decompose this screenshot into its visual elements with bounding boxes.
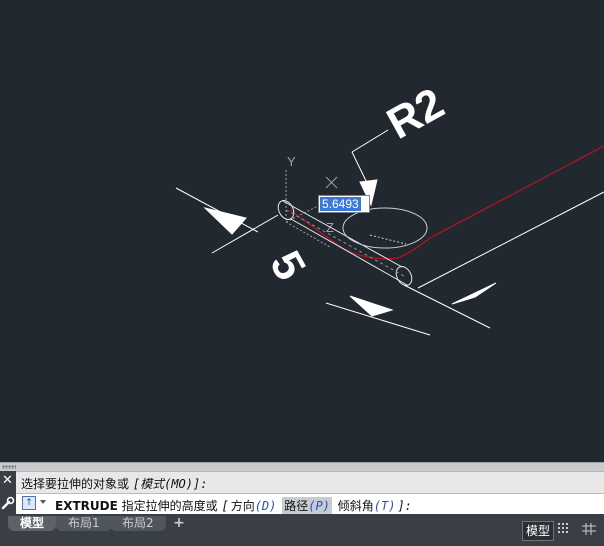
close-icon[interactable]: ✕ (2, 474, 13, 488)
command-panel-grip[interactable] (0, 463, 604, 472)
radius-dimension-text: R2 (379, 79, 452, 149)
length-dimension-text: 5 (260, 243, 315, 288)
command-name: EXTRUDE (55, 499, 118, 513)
grip-dots-icon (2, 465, 16, 469)
wrench-icon[interactable] (1, 496, 15, 510)
option-direction-key: (D) (254, 499, 277, 513)
dynamic-input-box[interactable]: 5.6493 (318, 195, 370, 213)
option-path-key: (P) (308, 499, 330, 513)
option-taper-angle[interactable]: 倾斜角(T) (336, 497, 398, 514)
tab-layout2[interactable]: 布局2 (110, 516, 166, 531)
drawing-viewport[interactable]: Y Z R2 5 5.6493 (0, 0, 604, 462)
history-option: [模式(MO)]: (132, 477, 208, 491)
option-path[interactable]: 路径(P) (282, 497, 332, 514)
add-layout-button[interactable]: + (171, 516, 187, 531)
tab-layout1[interactable]: 布局1 (56, 516, 112, 531)
tab-model[interactable]: 模型 (8, 516, 57, 531)
chevron-down-icon[interactable] (40, 500, 46, 504)
model-space-button[interactable]: 模型 (522, 521, 554, 541)
command-line-panel: ✕ 选择要拉伸的对象或 [模式(MO)]: ↑ EXTRUDE 指定拉伸的高度或… (0, 462, 604, 515)
open-bracket: [ (221, 499, 229, 513)
option-direction-label: 方向 (230, 499, 255, 513)
option-taper-label: 倾斜角 (337, 499, 374, 513)
length-dimension[interactable] (175, 187, 604, 336)
radius-dimension[interactable] (351, 129, 389, 207)
command-panel-sidebar: ✕ (0, 471, 16, 515)
arc-indicator (342, 207, 428, 249)
grid-icon[interactable] (558, 523, 570, 535)
layout-tab-bar: 模型 布局1 布局2 + 模型 (0, 514, 604, 546)
snap-icon[interactable] (582, 523, 596, 535)
command-history-line: 选择要拉伸的对象或 [模式(MO)]: (21, 475, 207, 492)
option-path-label: 路径 (284, 499, 309, 513)
drawing-canvas[interactable]: Y Z R2 5 (0, 0, 604, 462)
command-icon[interactable]: ↑ (22, 496, 36, 510)
prompt-text: 指定拉伸的高度或 (121, 499, 218, 513)
command-input-row[interactable]: ↑ EXTRUDE 指定拉伸的高度或 [方向(D) 路径(P) 倾斜角(T)]: (16, 493, 604, 514)
command-prompt: EXTRUDE 指定拉伸的高度或 [方向(D) 路径(P) 倾斜角(T)]: (55, 497, 412, 514)
close-bracket: ]: (397, 499, 412, 513)
axis-y-label: Y (287, 154, 296, 169)
option-direction[interactable]: 方向(D) (229, 497, 279, 514)
history-text: 选择要拉伸的对象或 (21, 477, 130, 491)
dashed-guide (369, 234, 407, 245)
dynamic-input-value: 5.6493 (320, 197, 361, 211)
option-taper-key: (T) (373, 499, 396, 513)
